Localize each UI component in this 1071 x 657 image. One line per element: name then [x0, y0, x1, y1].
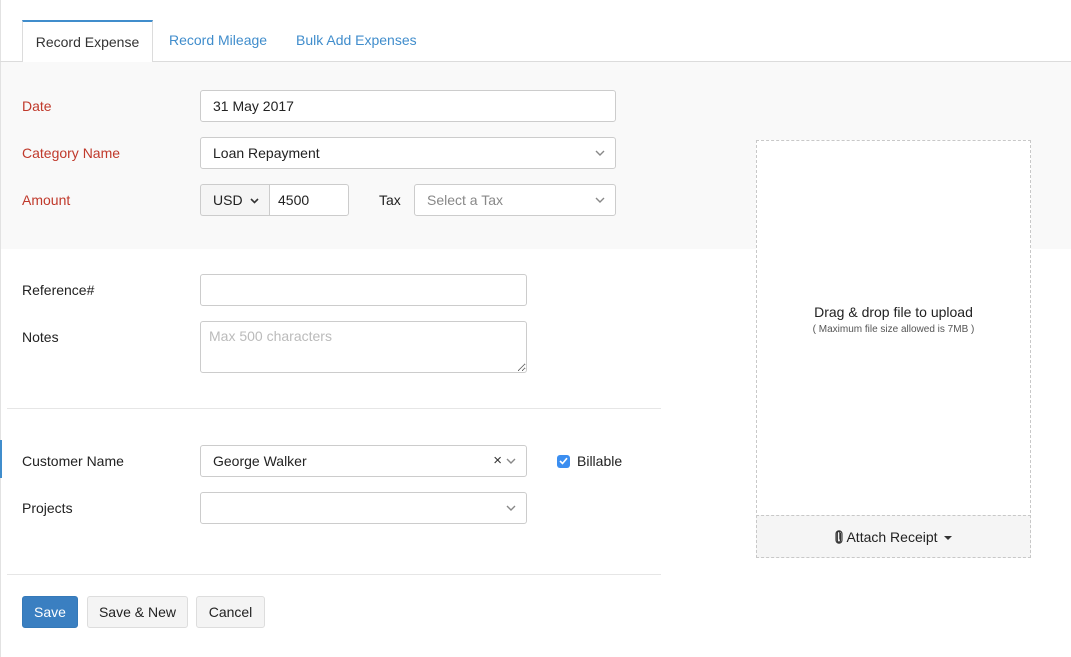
customer-select[interactable]: George Walker × — [200, 445, 527, 477]
section-divider — [7, 408, 661, 409]
billable-label: Billable — [577, 453, 623, 469]
clear-icon[interactable]: × — [493, 446, 502, 476]
chevron-down-icon — [506, 458, 516, 464]
reference-label: Reference# — [22, 282, 95, 298]
chevron-down-icon — [595, 197, 605, 203]
reference-input[interactable] — [200, 274, 527, 306]
category-label: Category Name — [22, 145, 121, 161]
tax-label: Tax — [379, 192, 401, 208]
category-select[interactable]: Loan Repayment — [200, 137, 616, 169]
tax-placeholder: Select a Tax — [427, 192, 504, 208]
date-value: 31 May 2017 — [213, 98, 294, 114]
chevron-down-icon — [506, 505, 516, 511]
tax-select[interactable]: Select a Tax — [414, 184, 616, 216]
notes-label: Notes — [22, 329, 59, 345]
attach-receipt-button[interactable]: Attach Receipt — [756, 515, 1031, 558]
chevron-down-icon — [595, 150, 605, 156]
chevron-down-icon — [250, 198, 259, 204]
amount-input[interactable]: 4500 — [269, 184, 349, 216]
date-field[interactable]: 31 May 2017 — [200, 90, 616, 122]
projects-label: Projects — [22, 500, 73, 516]
attach-receipt-label: Attach Receipt — [846, 528, 938, 545]
save-and-new-button[interactable]: Save & New — [87, 596, 188, 628]
tab-bulk-add-expenses[interactable]: Bulk Add Expenses — [280, 20, 433, 62]
notes-textarea[interactable] — [200, 321, 527, 373]
receipt-dropzone[interactable]: Drag & drop file to upload ( Maximum fil… — [756, 140, 1031, 558]
currency-select[interactable]: USD — [200, 184, 270, 216]
customer-value: George Walker — [213, 453, 307, 469]
customer-label: Customer Name — [22, 453, 124, 469]
billable-checkbox[interactable]: Billable — [557, 453, 622, 469]
tab-record-expense[interactable]: Record Expense — [22, 20, 153, 63]
amount-value: 4500 — [278, 192, 310, 208]
focus-indicator — [0, 440, 2, 478]
tab-bar: Record Expense Record Mileage Bulk Add E… — [0, 0, 1071, 63]
footer-divider — [7, 574, 661, 575]
caret-down-icon — [943, 535, 952, 540]
tab-record-mileage[interactable]: Record Mileage — [153, 20, 283, 62]
currency-value: USD — [213, 192, 243, 208]
dropzone-title: Drag & drop file to upload — [814, 304, 973, 320]
amount-label: Amount — [22, 192, 71, 208]
projects-select[interactable] — [200, 492, 527, 524]
cancel-button[interactable]: Cancel — [196, 596, 265, 628]
category-value: Loan Repayment — [213, 145, 320, 161]
save-button[interactable]: Save — [22, 596, 78, 628]
date-label: Date — [22, 98, 52, 114]
checkbox-checked-icon[interactable] — [557, 454, 570, 468]
paperclip-icon — [835, 529, 844, 544]
dropzone-subtitle: ( Maximum file size allowed is 7MB ) — [812, 324, 975, 335]
